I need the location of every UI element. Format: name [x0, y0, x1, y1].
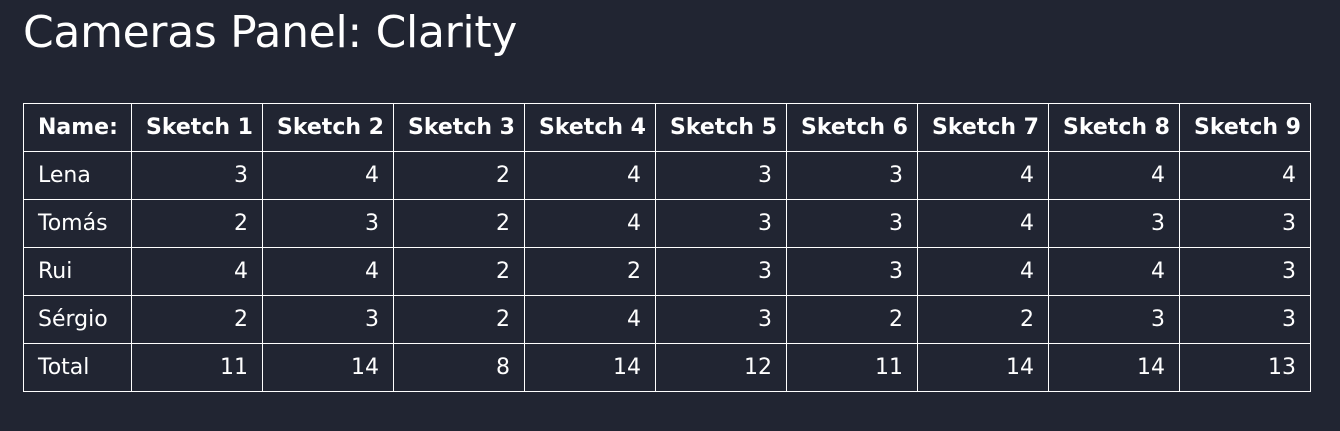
score-cell: 3	[1179, 247, 1311, 296]
score-cell: 3	[786, 151, 918, 200]
score-cell: 4	[524, 151, 656, 200]
score-cell: 3	[786, 247, 918, 296]
score-cell: 2	[786, 295, 918, 344]
total-cell: 11	[131, 343, 263, 392]
table-row: Lena 3 4 2 4 3 3 4 4 4	[23, 151, 1311, 200]
score-cell: 4	[524, 199, 656, 248]
column-header-sketch-4: Sketch 4	[524, 103, 656, 152]
table-row-total: Total 11 14 8 14 12 11 14 14 13	[23, 343, 1311, 392]
score-cell: 3	[655, 151, 787, 200]
score-cell: 4	[524, 295, 656, 344]
table-header-row: Name: Sketch 1 Sketch 2 Sketch 3 Sketch …	[23, 103, 1311, 152]
column-header-sketch-8: Sketch 8	[1048, 103, 1180, 152]
score-cell: 4	[262, 247, 394, 296]
row-name: Total	[23, 343, 132, 392]
score-cell: 2	[524, 247, 656, 296]
page-title: Cameras Panel: Clarity	[23, 7, 518, 58]
score-cell: 2	[393, 199, 525, 248]
total-cell: 11	[786, 343, 918, 392]
score-cell: 4	[1048, 247, 1180, 296]
scores-table: Name: Sketch 1 Sketch 2 Sketch 3 Sketch …	[23, 103, 1311, 392]
score-cell: 3	[655, 247, 787, 296]
column-header-sketch-1: Sketch 1	[131, 103, 263, 152]
score-cell: 4	[1048, 151, 1180, 200]
column-header-sketch-6: Sketch 6	[786, 103, 918, 152]
page: Cameras Panel: Clarity Name: Sketch 1 Sk…	[0, 0, 1340, 431]
score-cell: 4	[917, 247, 1049, 296]
row-name: Lena	[23, 151, 132, 200]
table-row: Sérgio 2 3 2 4 3 2 2 3 3	[23, 295, 1311, 344]
score-cell: 3	[655, 199, 787, 248]
score-cell: 3	[655, 295, 787, 344]
score-cell: 4	[131, 247, 263, 296]
score-cell: 3	[1179, 295, 1311, 344]
column-header-name: Name:	[23, 103, 132, 152]
column-header-sketch-5: Sketch 5	[655, 103, 787, 152]
score-cell: 2	[393, 151, 525, 200]
score-cell: 3	[262, 295, 394, 344]
column-header-sketch-2: Sketch 2	[262, 103, 394, 152]
score-cell: 2	[393, 295, 525, 344]
score-cell: 3	[262, 199, 394, 248]
score-cell: 3	[786, 199, 918, 248]
score-cell: 3	[1048, 295, 1180, 344]
table-row: Rui 4 4 2 2 3 3 4 4 3	[23, 247, 1311, 296]
score-cell: 2	[393, 247, 525, 296]
score-cell: 2	[917, 295, 1049, 344]
total-cell: 14	[1048, 343, 1180, 392]
total-cell: 12	[655, 343, 787, 392]
score-cell: 3	[131, 151, 263, 200]
score-cell: 4	[917, 151, 1049, 200]
total-cell: 13	[1179, 343, 1311, 392]
score-cell: 3	[1048, 199, 1180, 248]
total-cell: 8	[393, 343, 525, 392]
table-row: Tomás 2 3 2 4 3 3 4 3 3	[23, 199, 1311, 248]
total-cell: 14	[524, 343, 656, 392]
score-cell: 2	[131, 199, 263, 248]
column-header-sketch-7: Sketch 7	[917, 103, 1049, 152]
total-cell: 14	[262, 343, 394, 392]
row-name: Rui	[23, 247, 132, 296]
score-cell: 4	[262, 151, 394, 200]
score-cell: 3	[1179, 199, 1311, 248]
column-header-sketch-3: Sketch 3	[393, 103, 525, 152]
row-name: Sérgio	[23, 295, 132, 344]
score-cell: 2	[131, 295, 263, 344]
score-cell: 4	[917, 199, 1049, 248]
column-header-sketch-9: Sketch 9	[1179, 103, 1311, 152]
score-cell: 4	[1179, 151, 1311, 200]
row-name: Tomás	[23, 199, 132, 248]
total-cell: 14	[917, 343, 1049, 392]
